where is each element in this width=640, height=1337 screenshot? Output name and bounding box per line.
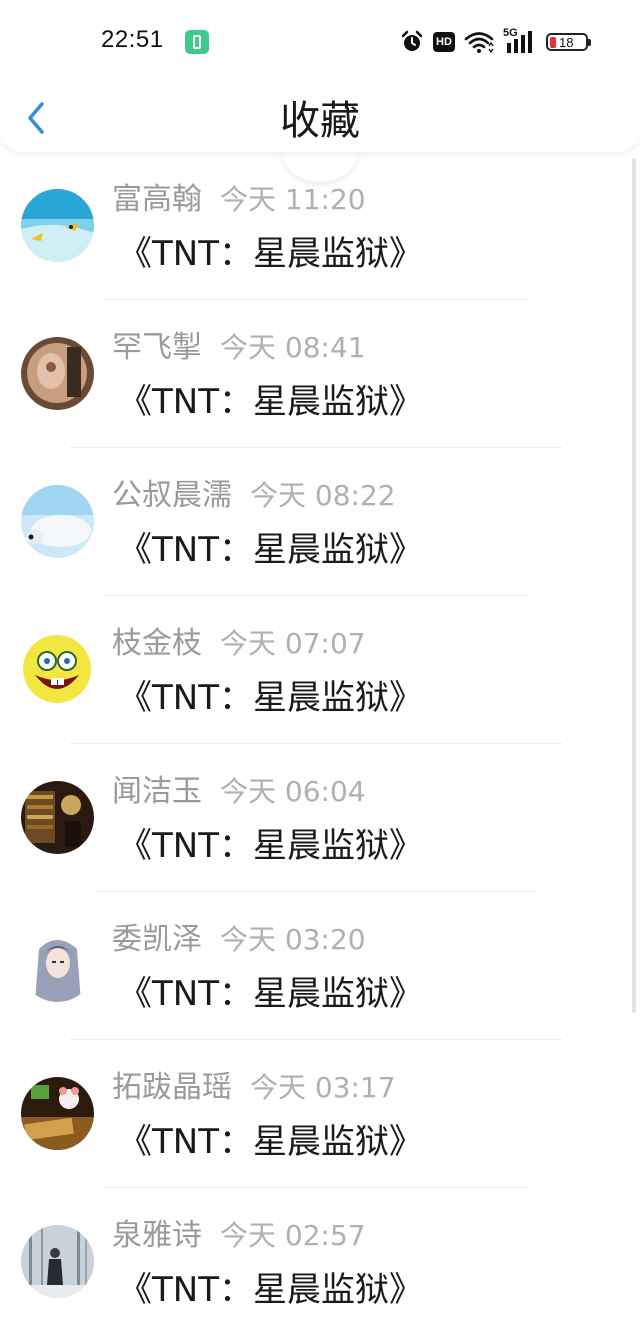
header: 收藏 — [0, 84, 640, 152]
item-title: 《TNT：星晨监狱》 — [118, 826, 423, 866]
item-name: 拓跋晶瑶 — [112, 1070, 232, 1105]
alarm-icon — [400, 30, 424, 54]
item-title: 《TNT：星晨监狱》 — [118, 678, 423, 718]
item-time: 今天 03:20 — [220, 923, 366, 956]
avatar[interactable] — [21, 337, 94, 410]
item-name: 公叔晨濡 — [112, 478, 232, 513]
avatar[interactable] — [21, 781, 94, 854]
item-time: 今天 11:20 — [220, 183, 366, 216]
item-title: 《TNT：星晨监狱》 — [118, 974, 423, 1014]
item-name: 富高翰 — [112, 182, 202, 217]
hd-icon: HD — [433, 32, 455, 52]
item-title: 《TNT：星晨监狱》 — [118, 1270, 423, 1310]
status-icons: HD 5G 18 — [400, 27, 591, 55]
status-time: 22:51 — [101, 26, 164, 53]
avatar[interactable] — [21, 189, 94, 262]
item-time: 今天 03:17 — [250, 1071, 396, 1104]
item-title: 《TNT：星晨监狱》 — [118, 530, 423, 570]
battery-icon: 18 — [546, 33, 591, 51]
item-name: 闻洁玉 — [112, 774, 202, 809]
item-time: 今天 08:41 — [220, 331, 366, 364]
item-time: 今天 08:22 — [250, 479, 396, 512]
page-title: 收藏 — [280, 98, 360, 144]
list-item[interactable]: 罕飞掣 今天 08:41 《TNT：星晨监狱》 — [0, 300, 640, 448]
item-name: 枝金枝 — [112, 626, 202, 661]
list-item[interactable]: 枝金枝 今天 07:07 《TNT：星晨监狱》 — [0, 596, 640, 744]
item-time: 今天 06:04 — [220, 775, 366, 808]
status-bar: 22:51 HD 5G 18 — [0, 0, 640, 84]
wifi-icon — [464, 30, 494, 54]
list-item[interactable]: 闻洁玉 今天 06:04 《TNT：星晨监狱》 — [0, 744, 640, 892]
list-item[interactable]: 委凯泽 今天 03:20 《TNT：星晨监狱》 — [0, 892, 640, 1040]
avatar[interactable] — [21, 485, 94, 558]
avatar[interactable] — [21, 1225, 94, 1298]
battery-saver-icon — [185, 30, 209, 54]
list-item[interactable]: 泉雅诗 今天 02:57 《TNT：星晨监狱》 — [0, 1188, 640, 1336]
item-name: 委凯泽 — [112, 922, 202, 957]
item-name: 泉雅诗 — [112, 1218, 202, 1253]
item-name: 罕飞掣 — [112, 330, 202, 365]
avatar[interactable] — [21, 1077, 94, 1150]
item-time: 今天 07:07 — [220, 627, 366, 660]
item-title: 《TNT：星晨监狱》 — [118, 1122, 423, 1162]
list-item[interactable]: 公叔晨濡 今天 08:22 《TNT：星晨监狱》 — [0, 448, 640, 596]
battery-level: 18 — [559, 34, 574, 50]
avatar[interactable] — [21, 929, 94, 1002]
signal-icon: 5G — [503, 27, 537, 55]
avatar[interactable] — [21, 633, 94, 706]
list-item[interactable]: 拓跋晶瑶 今天 03:17 《TNT：星晨监狱》 — [0, 1040, 640, 1188]
favorites-list[interactable]: 富高翰 今天 11:20 《TNT：星晨监狱》 罕飞掣 今天 08:41 《TNT：… — [0, 152, 640, 1337]
item-title: 《TNT：星晨监狱》 — [118, 382, 423, 422]
item-title: 《TNT：星晨监狱》 — [118, 234, 423, 274]
item-time: 今天 02:57 — [220, 1219, 366, 1252]
